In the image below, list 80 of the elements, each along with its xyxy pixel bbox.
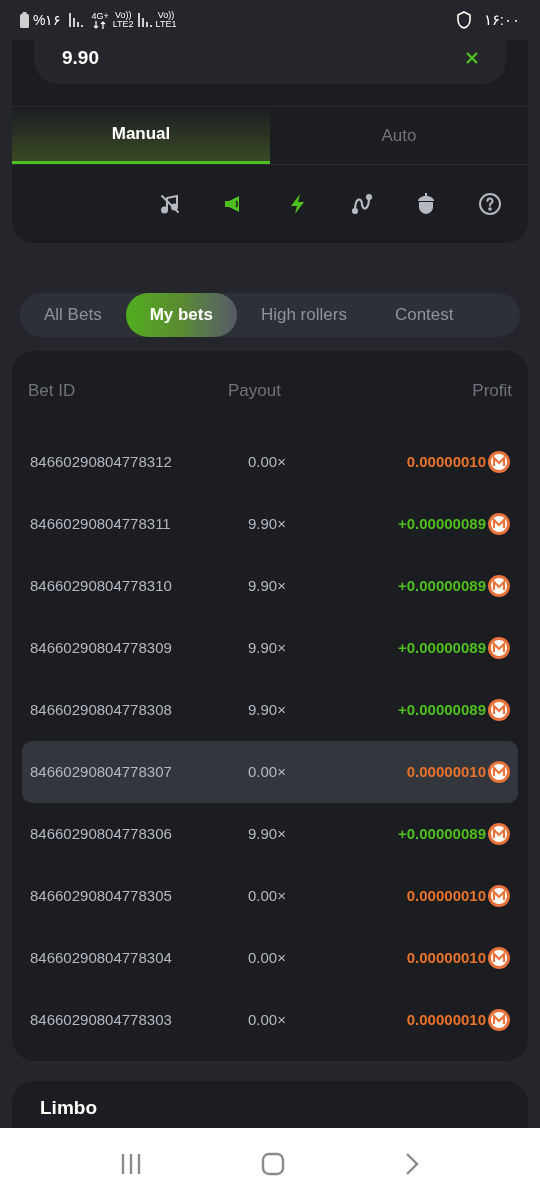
- payout-value: 9.90: [62, 45, 99, 70]
- curve-icon[interactable]: [350, 192, 374, 216]
- bet-id-cell-text: 84660290804778303: [30, 1009, 173, 1030]
- volte-text: Vo)): [157, 11, 175, 20]
- payout-cell-text: 0.00×: [248, 885, 287, 906]
- payout-cell-text: 9.90×: [248, 513, 287, 534]
- bet-id-cell-text: 84660290804778304: [30, 947, 173, 968]
- bet-row[interactable]: 84660290804778309 9.90× +0.00000089: [22, 617, 518, 679]
- volte-text: Vo)): [114, 11, 132, 20]
- bet-row[interactable]: 84660290804778303 0.00× 0.00000010: [22, 989, 518, 1051]
- bet-row[interactable]: 84660290804778312 0.00× 0.00000010: [22, 431, 518, 493]
- payout-field[interactable]: 9.90: [34, 40, 506, 84]
- column-header: Profit: [471, 380, 512, 403]
- battery-text: %۱۶: [33, 10, 62, 30]
- help-icon[interactable]: [478, 192, 502, 216]
- bet-row[interactable]: 84660290804778304 0.00× 0.00000010: [22, 927, 518, 989]
- shield-icon: [455, 11, 472, 29]
- bet-id-cell-text: 84660290804778305: [30, 885, 173, 906]
- bet-row[interactable]: 84660290804778305 0.00× 0.00000010: [22, 865, 518, 927]
- coin-icon: [488, 1009, 510, 1031]
- coin-icon: [488, 823, 510, 845]
- mode-tab[interactable]: Auto: [270, 107, 528, 164]
- coin-icon: [488, 761, 510, 783]
- payout-cell-text: 0.00×: [248, 947, 287, 968]
- profit-cell-text: +0.00000089: [398, 513, 486, 534]
- payout-cell-text: 0.00×: [248, 451, 287, 472]
- column-header: Bet ID: [28, 380, 77, 403]
- game-title: Limbo: [40, 1097, 97, 1118]
- payout-cell-text: 9.90×: [248, 823, 287, 844]
- data-arrows-icon: [93, 20, 108, 29]
- bet-id-cell-text: 84660290804778311: [30, 513, 172, 534]
- bet-id-cell-text: 84660290804778312: [30, 451, 173, 472]
- profit-cell-text: 0.00000010: [406, 885, 486, 906]
- clock-time: ۱۶:۰۰: [483, 9, 520, 30]
- bet-tab[interactable]: High rollers: [236, 293, 371, 337]
- bet-row[interactable]: 84660290804778311 9.90× +0.00000089: [22, 493, 518, 555]
- bet-tab[interactable]: All Bets: [20, 293, 126, 337]
- payout-cell-text: 9.90×: [248, 575, 287, 596]
- payout-cell-text: 0.00×: [248, 761, 287, 782]
- bet-row[interactable]: 84660290804778310 9.90× +0.00000089: [22, 555, 518, 617]
- bet-id-cell-text: 84660290804778308: [30, 699, 173, 720]
- profit-cell-text: +0.00000089: [398, 823, 486, 844]
- profit-cell-text: 0.00000010: [406, 451, 486, 472]
- bet-id-cell-text: 84660290804778309: [30, 637, 173, 658]
- coin-icon: [488, 637, 510, 659]
- profit-cell-text: +0.00000089: [398, 699, 486, 720]
- payout-cell-text: 9.90×: [248, 699, 287, 720]
- profit-cell-text: 0.00000010: [406, 1009, 486, 1030]
- payout-cell-text: 0.00×: [248, 1009, 287, 1030]
- music-off-icon[interactable]: [158, 192, 182, 216]
- payout-cell-text: 9.90×: [248, 637, 287, 658]
- profit-cell-text: 0.00000010: [406, 947, 486, 968]
- bet-id-cell-text: 84660290804778307: [30, 761, 173, 782]
- recent-apps-icon[interactable]: [119, 1153, 142, 1175]
- coin-icon: [488, 699, 510, 721]
- network-text: 4G+: [91, 11, 109, 21]
- bet-tab[interactable]: My bets: [125, 293, 237, 337]
- bet-id-cell-text: 84660290804778310: [30, 575, 173, 596]
- signal-icon: [137, 13, 152, 27]
- profit-cell-text: +0.00000089: [398, 575, 486, 596]
- close-icon[interactable]: [466, 52, 478, 64]
- profit-cell-text: +0.00000089: [398, 637, 486, 658]
- coin-icon: [488, 947, 510, 969]
- column-header: Payout: [228, 380, 282, 403]
- bet-id-cell-text: 84660290804778306: [30, 823, 173, 844]
- coin-icon: [488, 885, 510, 907]
- home-icon[interactable]: [261, 1152, 285, 1176]
- coin-icon: [488, 451, 510, 473]
- coin-icon: [488, 513, 510, 535]
- bet-row[interactable]: 84660290804778307 0.00× 0.00000010: [22, 741, 518, 803]
- lte-text: LTE1: [155, 20, 177, 29]
- back-icon[interactable]: [404, 1152, 421, 1176]
- signal-icon: [69, 13, 84, 27]
- battery-icon: [20, 12, 29, 28]
- lte-text: LTE2: [112, 20, 134, 29]
- bet-tab[interactable]: Contest: [370, 293, 478, 337]
- bet-row[interactable]: 84660290804778308 9.90× +0.00000089: [22, 679, 518, 741]
- coin-icon: [488, 575, 510, 597]
- profit-cell-text: 0.00000010: [406, 761, 486, 782]
- bet-row[interactable]: 84660290804778306 9.90× +0.00000089: [22, 803, 518, 865]
